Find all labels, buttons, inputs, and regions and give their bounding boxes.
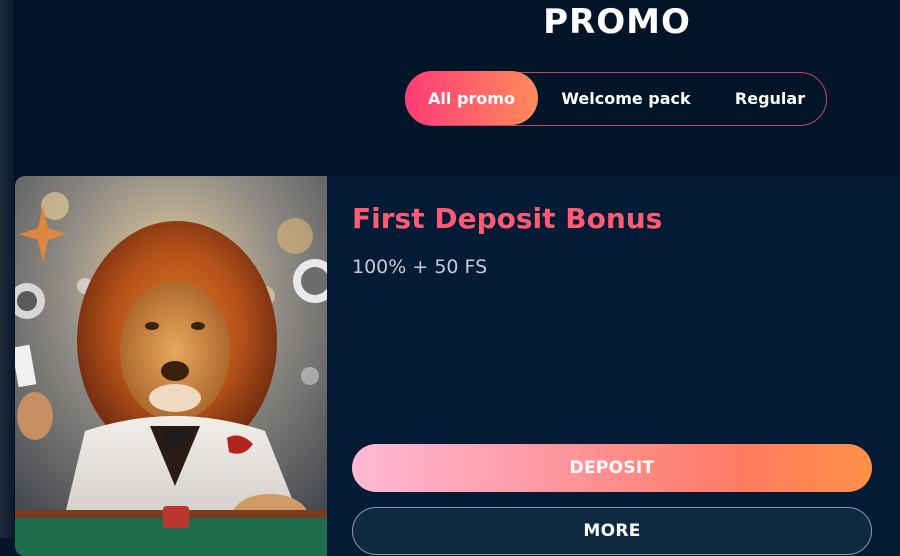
- tab-regular[interactable]: Regular: [714, 71, 826, 125]
- page-title: PROMO: [543, 2, 691, 42]
- deposit-button[interactable]: DEPOSIT: [352, 444, 872, 492]
- promo-bonus-value: 100% + 50 FS: [352, 256, 488, 278]
- left-edge-shade: [0, 0, 14, 538]
- promo-image: [15, 176, 327, 556]
- tab-all-promo[interactable]: All promo: [405, 71, 538, 125]
- more-button[interactable]: MORE: [352, 507, 872, 555]
- promo-filter-tabs: All promo Welcome pack Regular: [405, 71, 827, 126]
- lion-casino-illustration: [15, 176, 327, 556]
- tab-welcome-pack[interactable]: Welcome pack: [538, 71, 714, 125]
- promo-card: First Deposit Bonus 100% + 50 FS DEPOSIT…: [15, 176, 900, 556]
- promo-title: First Deposit Bonus: [352, 202, 663, 235]
